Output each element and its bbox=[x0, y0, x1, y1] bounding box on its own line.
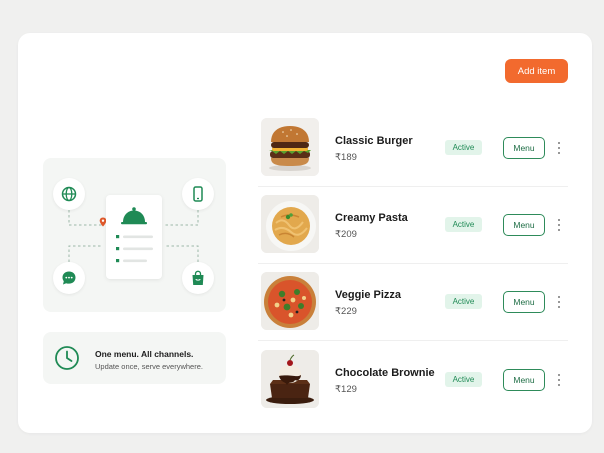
add-item-button[interactable]: Add item bbox=[505, 59, 568, 83]
item-price: ₹229 bbox=[335, 306, 357, 317]
globe-icon bbox=[53, 178, 85, 210]
menu-button[interactable]: Menu bbox=[503, 137, 545, 159]
item-name: Classic Burger bbox=[335, 135, 413, 147]
pasta-photo bbox=[261, 195, 319, 253]
menu-button[interactable]: Menu bbox=[503, 214, 545, 236]
more-options-icon[interactable] bbox=[553, 372, 565, 388]
brownie-photo bbox=[261, 350, 319, 408]
status-badge: Active bbox=[445, 217, 482, 232]
info-subtitle: Update once, serve everywhere. bbox=[95, 362, 203, 371]
list-item: Creamy Pasta ₹209 Active Menu bbox=[258, 195, 568, 257]
clock-icon bbox=[55, 346, 79, 370]
phone-icon bbox=[182, 178, 214, 210]
burger-photo bbox=[261, 118, 319, 176]
cloche-icon bbox=[116, 207, 153, 263]
list-item: Veggie Pizza ₹229 Active Menu bbox=[258, 272, 568, 334]
status-badge: Active bbox=[445, 140, 482, 155]
item-name: Creamy Pasta bbox=[335, 212, 408, 224]
divider bbox=[258, 340, 568, 341]
item-name: Veggie Pizza bbox=[335, 289, 402, 301]
more-options-icon[interactable] bbox=[553, 217, 565, 233]
pizza-photo bbox=[261, 272, 319, 330]
status-badge: Active bbox=[445, 372, 482, 387]
divider bbox=[258, 263, 568, 264]
list-item: Classic Burger ₹189 Active Menu bbox=[258, 118, 568, 180]
status-badge: Active bbox=[445, 294, 482, 309]
item-price: ₹129 bbox=[335, 384, 357, 395]
more-options-icon[interactable] bbox=[553, 294, 565, 310]
item-price: ₹209 bbox=[335, 229, 357, 240]
chat-icon bbox=[53, 262, 85, 294]
menu-button[interactable]: Menu bbox=[503, 291, 545, 313]
item-price: ₹189 bbox=[335, 152, 357, 163]
menu-document bbox=[106, 195, 162, 279]
menu-button[interactable]: Menu bbox=[503, 369, 545, 391]
shopping-bag-icon bbox=[182, 262, 214, 294]
item-name: Chocolate Brownie bbox=[335, 367, 435, 379]
info-title: One menu. All channels. bbox=[95, 349, 194, 359]
more-options-icon[interactable] bbox=[553, 140, 565, 156]
list-item: Chocolate Brownie ₹129 Active Menu bbox=[258, 350, 568, 412]
divider bbox=[258, 186, 568, 187]
